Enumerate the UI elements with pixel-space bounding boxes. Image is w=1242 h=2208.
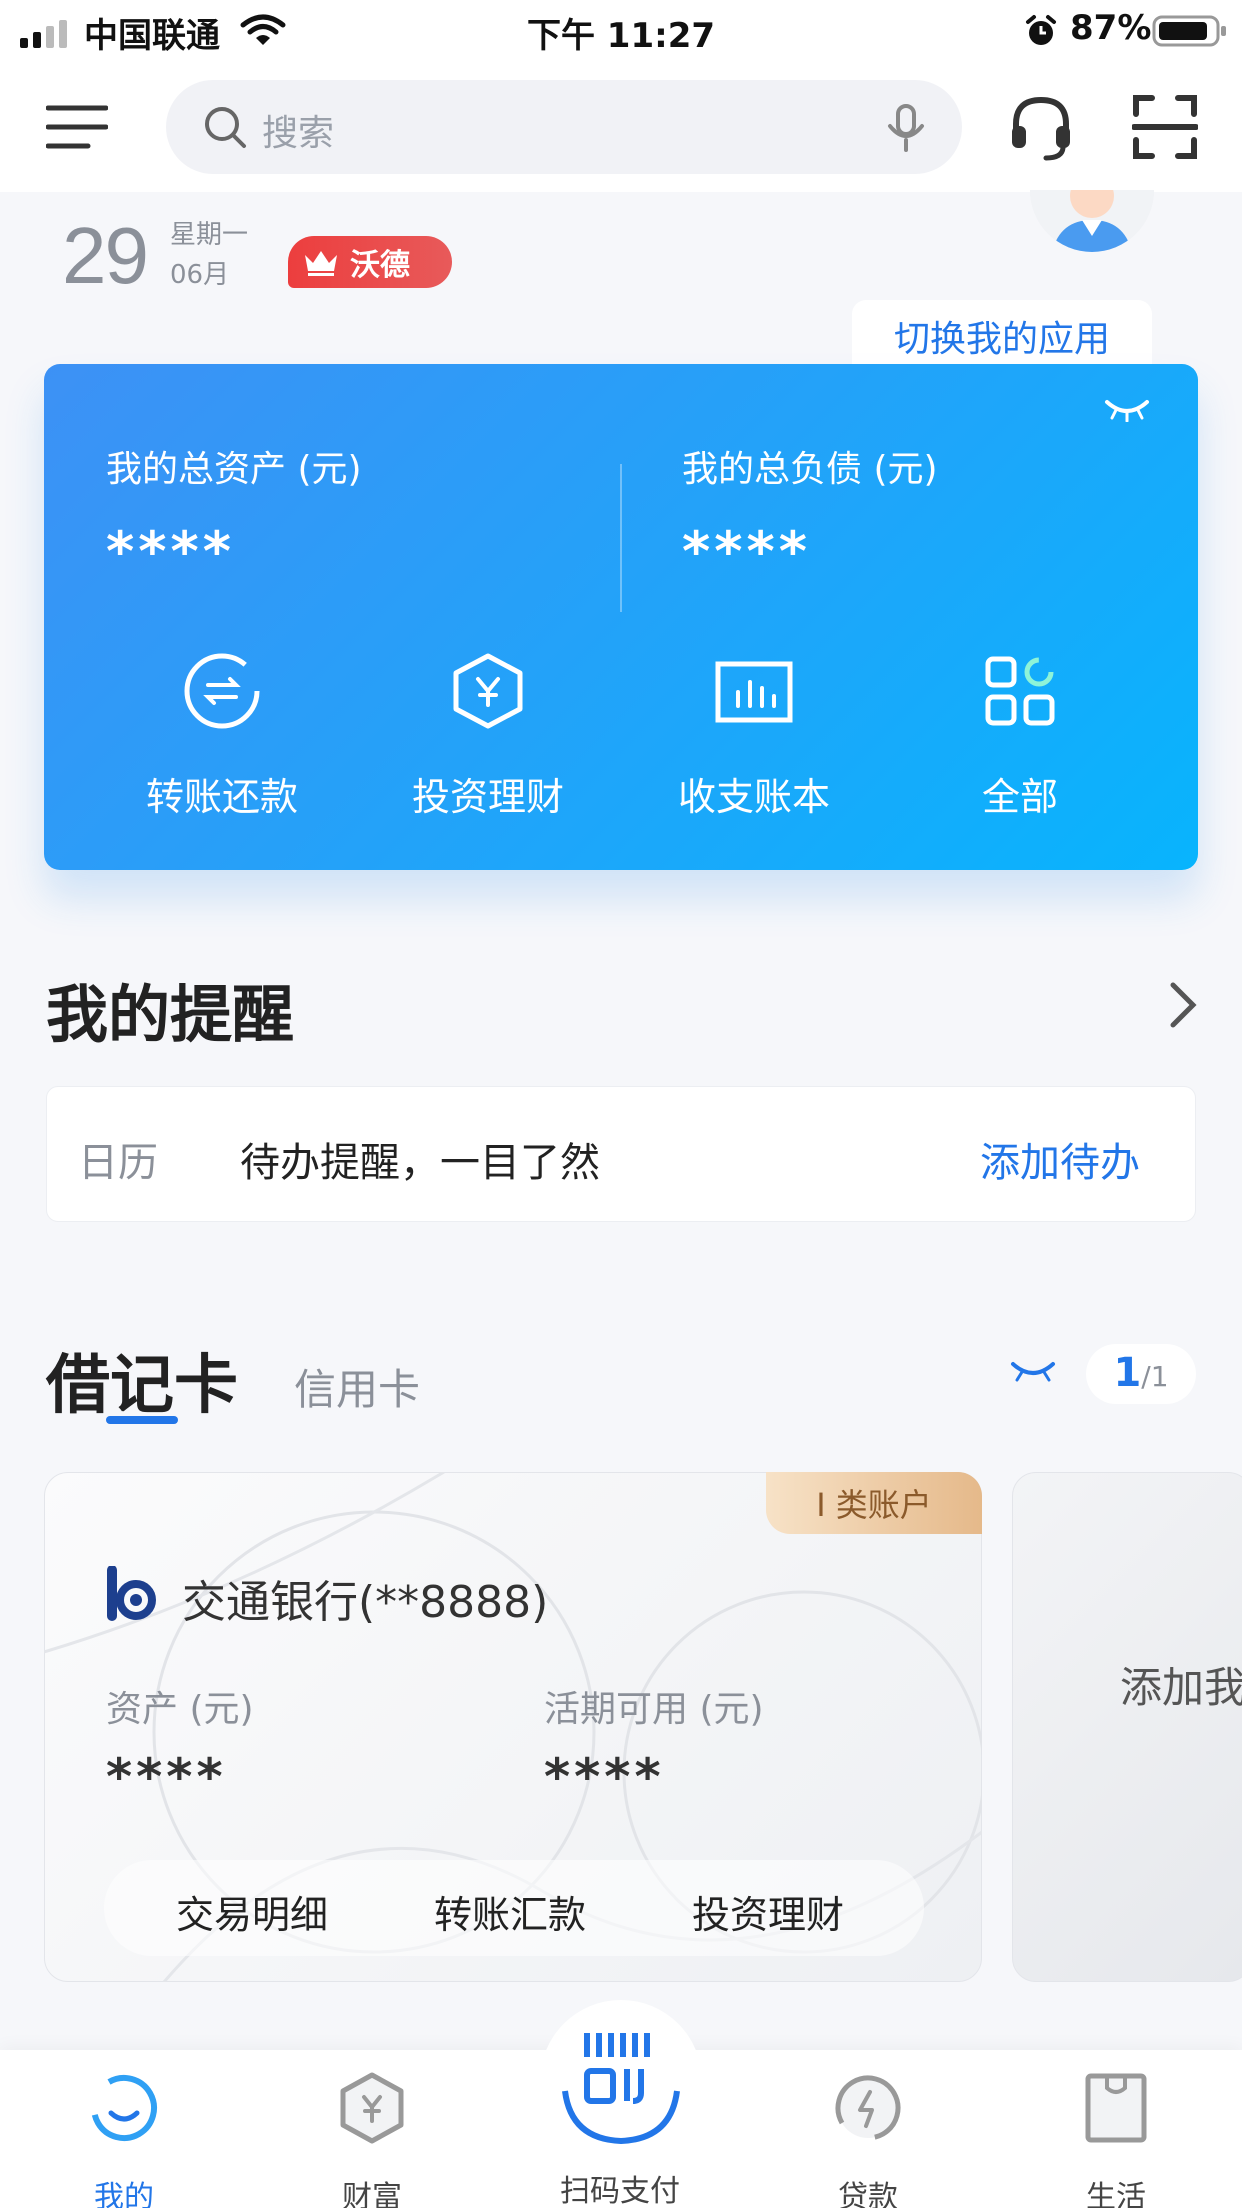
reminder-text: 待办提醒，一目了然 bbox=[240, 1140, 600, 1186]
tab-credit-card[interactable]: 信用卡 bbox=[294, 1356, 420, 1417]
scan-icon[interactable] bbox=[1132, 94, 1198, 160]
page-total: /1 bbox=[1141, 1360, 1169, 1393]
alarm-icon bbox=[1026, 15, 1056, 45]
invest-icon bbox=[453, 653, 523, 729]
add-card-text: 添加我 bbox=[1120, 1663, 1242, 1712]
quick-action-invest[interactable]: 投资理财 bbox=[388, 650, 588, 821]
page-current: 1 bbox=[1113, 1350, 1142, 1396]
microphone-icon[interactable] bbox=[886, 104, 926, 152]
date-weekday: 星期一 bbox=[170, 220, 249, 250]
chevron-right-icon[interactable] bbox=[1168, 980, 1198, 1030]
battery-icon bbox=[1152, 15, 1226, 47]
nav-life[interactable]: 生活 bbox=[1036, 2066, 1196, 2208]
card-available-value: **** bbox=[544, 1748, 665, 1806]
battery-percent: 87% bbox=[1070, 8, 1152, 48]
customer-service-icon[interactable] bbox=[1006, 94, 1076, 164]
scan-pay-icon bbox=[555, 2015, 687, 2147]
tab-underline bbox=[106, 1416, 178, 1424]
nav-label: 财富 bbox=[342, 2180, 402, 2208]
vip-label: 沃德 bbox=[350, 248, 410, 283]
menu-icon[interactable] bbox=[46, 102, 108, 152]
quick-action-all[interactable]: 全部 bbox=[920, 650, 1120, 821]
transaction-details-button[interactable]: 交易明细 bbox=[176, 1884, 328, 1939]
tab-debit-card[interactable]: 借记卡 bbox=[46, 1334, 238, 1426]
date-day: 29 bbox=[62, 211, 149, 300]
quick-action-label: 转账还款 bbox=[145, 775, 298, 819]
nav-label: 扫码支付 bbox=[560, 2174, 680, 2208]
life-icon bbox=[1085, 2073, 1147, 2143]
crown-icon bbox=[305, 251, 337, 276]
nav-wealth[interactable]: 财富 bbox=[292, 2066, 452, 2208]
vip-badge[interactable]: 沃德 bbox=[288, 236, 452, 288]
total-debt-label: 我的总负债 (元) bbox=[682, 449, 938, 490]
my-icon bbox=[91, 2075, 157, 2141]
bank-logo-icon bbox=[107, 1566, 156, 1621]
nav-label: 生活 bbox=[1086, 2180, 1146, 2208]
transfer-button[interactable]: 转账汇款 bbox=[434, 1884, 586, 1939]
search-placeholder: 搜索 bbox=[262, 113, 335, 154]
avatar[interactable] bbox=[1030, 190, 1154, 252]
card-assets-label: 资产 (元) bbox=[106, 1689, 254, 1730]
nav-my[interactable]: 我的 bbox=[44, 2066, 204, 2208]
nav-label: 我的 bbox=[94, 2180, 154, 2208]
switch-app-button[interactable]: 切换我的应用 bbox=[852, 300, 1152, 372]
add-todo-button[interactable]: 添加待办 bbox=[980, 1130, 1140, 1188]
total-debt-value[interactable]: **** bbox=[682, 520, 811, 583]
account-class-badge: I 类账户 bbox=[766, 1472, 982, 1534]
card-page-indicator: 1 /1 bbox=[1086, 1344, 1196, 1404]
search-icon bbox=[205, 107, 246, 148]
quick-action-label: 投资理财 bbox=[411, 775, 564, 819]
quick-action-label: 收支账本 bbox=[677, 775, 830, 819]
divider bbox=[620, 464, 622, 612]
quick-action-ledger[interactable]: 收支账本 bbox=[654, 650, 854, 821]
reminders-title: 我的提醒 bbox=[46, 978, 295, 1051]
invest-button[interactable]: 投资理财 bbox=[692, 1884, 844, 1939]
total-assets-label: 我的总资产 (元) bbox=[106, 449, 362, 490]
nav-loan[interactable]: 贷款 bbox=[788, 2066, 948, 2208]
wealth-icon bbox=[340, 2072, 404, 2144]
quick-action-label: 全部 bbox=[981, 775, 1058, 819]
ledger-icon bbox=[715, 661, 793, 723]
hide-amount-icon[interactable] bbox=[1104, 396, 1150, 422]
quick-action-transfer[interactable]: 转账还款 bbox=[122, 650, 322, 821]
all-apps-icon bbox=[985, 656, 1055, 726]
calendar-label: 日历 bbox=[78, 1140, 158, 1186]
add-card[interactable] bbox=[1012, 1472, 1242, 1982]
avatar-image bbox=[1030, 190, 1154, 252]
hide-card-amount-icon[interactable] bbox=[1010, 1356, 1056, 1386]
date-month: 06月 bbox=[170, 260, 230, 290]
bank-name: 交通银行(**8888) bbox=[182, 1577, 549, 1628]
loan-icon bbox=[835, 2075, 901, 2141]
nav-scan-pay[interactable] bbox=[540, 2000, 702, 2162]
total-assets-value[interactable]: **** bbox=[106, 520, 235, 583]
transfer-icon bbox=[184, 653, 260, 729]
card-available-label: 活期可用 (元) bbox=[544, 1689, 764, 1730]
card-assets-value: **** bbox=[106, 1748, 227, 1806]
nav-label: 贷款 bbox=[838, 2180, 898, 2208]
